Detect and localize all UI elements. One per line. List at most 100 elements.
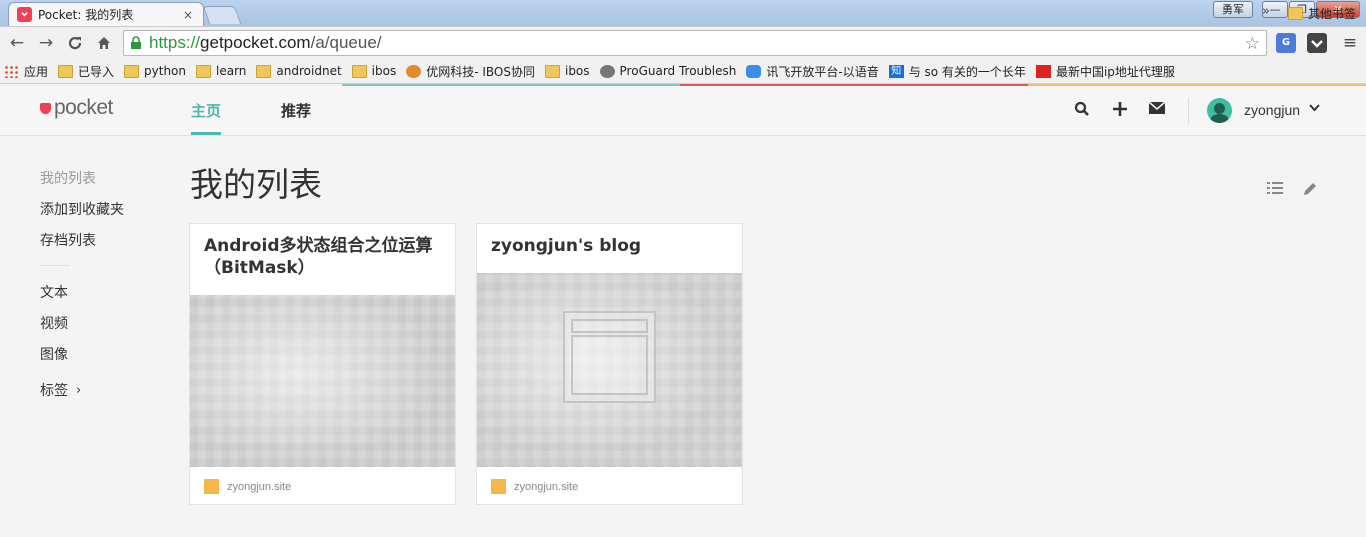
site-favicon-icon (204, 479, 219, 494)
new-tab-button[interactable] (202, 6, 242, 24)
translate-extension-icon[interactable]: G (1276, 33, 1296, 53)
folder-icon (544, 64, 560, 78)
active-tab-indicator (191, 132, 221, 135)
article-card[interactable]: zyongjun's blog zyongjun.site (476, 223, 743, 505)
bookmark-label: androidnet (276, 64, 342, 78)
sidebar: 我的列表 添加到收藏夹 存档列表 文本 视频 图像 标签 › (40, 168, 160, 406)
article-title[interactable]: Android多状态组合之位运算（BitMask） (190, 224, 455, 279)
folder-icon (124, 64, 140, 78)
other-bookmarks-label: 其他书签 (1308, 7, 1357, 21)
tab-recommended[interactable]: 推荐 (281, 100, 311, 121)
flag-icon (1035, 64, 1051, 78)
profile-button[interactable]: 勇军 (1213, 1, 1253, 18)
sidebar-item-archive[interactable]: 存档列表 (40, 230, 160, 261)
folder-icon (196, 64, 212, 78)
bookmark-item[interactable]: ibos (351, 64, 397, 78)
list-view-icon[interactable] (1266, 180, 1284, 196)
reload-icon (68, 36, 82, 50)
sidebar-item-tags[interactable]: 标签 › (40, 375, 160, 406)
add-icon[interactable] (1111, 101, 1129, 119)
bookmark-label: 讯飞开放平台-以语音 (766, 64, 879, 79)
home-button[interactable] (93, 33, 115, 53)
tab-home[interactable]: 主页 (191, 100, 221, 121)
search-icon[interactable] (1073, 101, 1091, 119)
sidebar-divider (40, 265, 70, 266)
folder-icon (351, 64, 367, 78)
site-favicon-icon (491, 479, 506, 494)
article-source: zyongjun.site (204, 479, 291, 494)
pocket-favicon-icon (17, 7, 32, 22)
sidebar-item-articles[interactable]: 文本 (40, 282, 160, 313)
url-text: https://getpocket.com/a/queue/ (149, 33, 382, 52)
sidebar-item-images[interactable]: 图像 (40, 344, 160, 375)
bookmark-label: 已导入 (78, 64, 115, 79)
browser-tab-pocket[interactable]: Pocket: 我的列表 × (8, 2, 204, 26)
page-title: 我的列表 (190, 165, 322, 204)
bookmark-label: learn (216, 64, 247, 78)
chevron-down-icon[interactable] (1309, 101, 1320, 115)
apps-icon (4, 64, 19, 78)
browser-toolbar: ← → https://getpocket.com/a/queue/ ☆ G ≡ (0, 26, 1366, 59)
sidebar-item-videos[interactable]: 视频 (40, 313, 160, 344)
pocket-logo-icon (40, 102, 51, 114)
sidebar-item-favorites[interactable]: 添加到收藏夹 (40, 199, 160, 230)
zhi-icon: 知 (888, 64, 904, 78)
article-source: zyongjun.site (491, 479, 578, 494)
bookmark-label: 优网科技- IBOS协同 (426, 64, 535, 79)
bookmark-item[interactable]: androidnet (256, 64, 342, 78)
pocket-logo[interactable]: pocket (40, 96, 113, 120)
bookmark-label: ProGuard Troublesh (619, 64, 737, 78)
bookmark-label: 与 so 有关的一个长年 (908, 64, 1026, 79)
header-divider (1188, 98, 1189, 124)
article-title[interactable]: zyongjun's blog (477, 224, 742, 257)
username[interactable]: zyongjun (1244, 102, 1300, 118)
bookmark-star-icon[interactable]: ☆ (1245, 34, 1260, 54)
bookmark-label: 应用 (24, 64, 49, 79)
circle-icon (406, 64, 422, 78)
home-icon (98, 37, 110, 49)
bookmark-label: ibos (371, 64, 397, 78)
pg-icon (599, 64, 615, 78)
inbox-icon[interactable] (1148, 101, 1166, 119)
back-button[interactable]: ← (6, 33, 28, 53)
edit-pencil-icon[interactable] (1301, 180, 1319, 198)
site-name: zyongjun.site (514, 480, 579, 493)
other-bookmarks[interactable]: 其他书签 (1288, 5, 1356, 22)
browser-menu-icon[interactable]: ≡ (1340, 33, 1360, 53)
forward-button[interactable]: → (35, 33, 57, 53)
sidebar-item-tags-label: 标签 (40, 383, 68, 399)
bookmark-item[interactable]: 讯飞开放平台-以语音 (746, 63, 879, 80)
article-thumbnail[interactable] (477, 273, 742, 467)
bookmark-item[interactable]: 最新中国ip地址代理服 (1035, 63, 1175, 80)
bookmark-label: ibos (564, 64, 590, 78)
article-thumbnail[interactable] (190, 295, 455, 467)
folder-icon (58, 64, 74, 78)
bookmark-item[interactable]: ProGuard Troublesh (599, 64, 737, 78)
tab-title: Pocket: 我的列表 (38, 8, 134, 22)
bookmark-item[interactable]: 知与 so 有关的一个长年 (888, 63, 1026, 80)
tab-close-icon[interactable]: × (181, 8, 195, 22)
pocket-extension-icon[interactable] (1307, 33, 1327, 53)
bookmark-item[interactable]: python (124, 64, 186, 78)
bookmark-item[interactable]: 应用 (4, 63, 48, 80)
bookmarks-overflow-icon[interactable]: » (1262, 4, 1270, 19)
logo-text: pocket (54, 96, 113, 119)
chevron-right-icon: › (76, 383, 82, 398)
sidebar-item-my-list[interactable]: 我的列表 (40, 168, 160, 199)
xf-icon (746, 64, 762, 78)
address-bar[interactable]: https://getpocket.com/a/queue/ ☆ (123, 30, 1267, 56)
pocket-header: pocket 主页 推荐 zyongjun (0, 86, 1366, 136)
bookmark-item[interactable]: 优网科技- IBOS协同 (406, 63, 535, 80)
reload-button[interactable] (64, 33, 86, 53)
bookmark-label: 最新中国ip地址代理服 (1055, 64, 1175, 79)
bookmark-item[interactable]: 已导入 (58, 63, 114, 80)
lock-icon (130, 36, 144, 50)
article-card[interactable]: Android多状态组合之位运算（BitMask） zyongjun.site (189, 223, 456, 505)
bookmarks-bar: 应用 已导入 python learn androidnet ibos 优网科技- IBOS… (0, 59, 1366, 84)
avatar[interactable] (1207, 98, 1232, 123)
browser-titlebar: Pocket: 我的列表 × 勇军 — ❐ ✕ (0, 0, 1366, 26)
bookmark-label: python (144, 64, 187, 78)
bookmark-item[interactable]: ibos (544, 64, 590, 78)
bookmark-item[interactable]: learn (196, 64, 246, 78)
placeholder-page-icon (563, 311, 656, 403)
